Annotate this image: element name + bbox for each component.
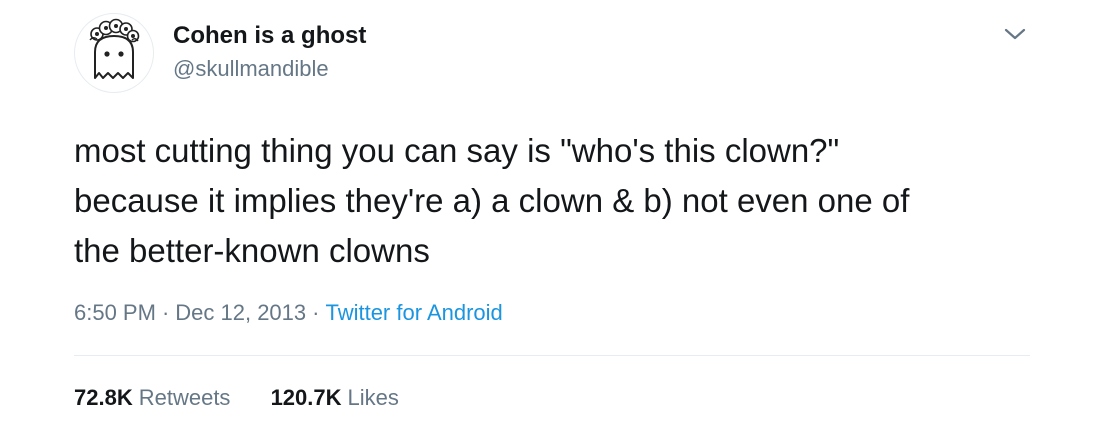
tweet-text-line: because it implies they're a) a clown & … [74, 182, 910, 219]
tweet-text: most cutting thing you can say is "who's… [74, 126, 1074, 276]
author-handle[interactable]: @skullmandible [173, 56, 329, 82]
tweet-time[interactable]: 6:50 PM [74, 300, 156, 325]
tweet-stats: 72.8K Retweets 120.7K Likes [74, 385, 399, 411]
retweets-label: Retweets [138, 385, 231, 410]
meta-separator: · [312, 300, 320, 325]
retweets-count: 72.8K [74, 385, 133, 410]
tweet-date[interactable]: Dec 12, 2013 [175, 300, 306, 325]
tweet-text-line: most cutting thing you can say is "who's… [74, 132, 840, 169]
tweet-meta: 6:50 PM · Dec 12, 2013 · Twitter for Android [74, 300, 503, 326]
tweet-text-line: the better-known clowns [74, 232, 430, 269]
tweet-source-link[interactable]: Twitter for Android [325, 300, 502, 325]
divider [74, 355, 1030, 356]
author-display-name[interactable]: Cohen is a ghost [173, 22, 366, 50]
likes-label: Likes [347, 385, 399, 410]
tweet-card: Cohen is a ghost @skullmandible most cut… [0, 0, 1100, 436]
ghost-with-flower-crown-icon [89, 18, 140, 79]
chevron-down-icon[interactable] [1000, 22, 1030, 46]
likes-count: 120.7K [270, 385, 342, 410]
likes-stat[interactable]: 120.7K Likes [271, 385, 399, 411]
retweets-stat[interactable]: 72.8K Retweets [74, 385, 230, 411]
meta-separator: · [161, 300, 170, 325]
avatar[interactable] [74, 13, 154, 93]
